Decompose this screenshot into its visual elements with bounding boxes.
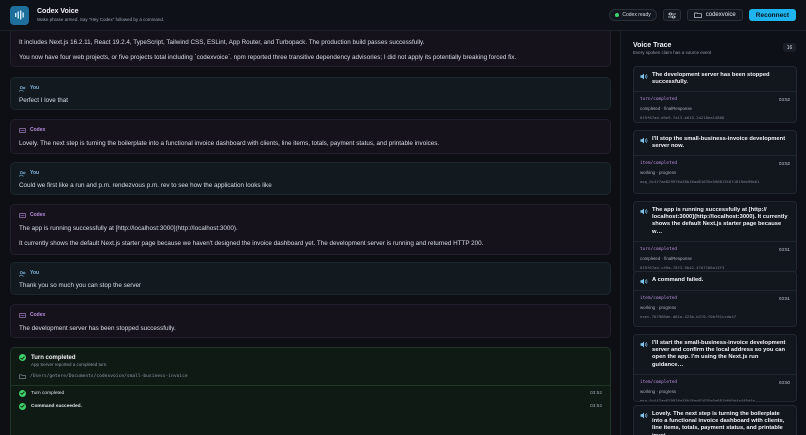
check-icon — [19, 354, 26, 361]
trace-card-title: A command failed. — [652, 277, 704, 283]
trace-card-title: The app is running successfully at [http… — [652, 207, 788, 235]
message-author: Codex — [19, 127, 602, 134]
folder-icon — [693, 12, 702, 18]
event-state: working · progress — [640, 305, 677, 310]
message-codex: Codex Lovely. The next step is turning t… — [10, 119, 611, 154]
app-title: Codex Voice — [37, 8, 79, 15]
trace-card[interactable]: Lovely. The next step is turning the boi… — [633, 405, 797, 435]
event-id: msg_0c4f7ae829976a38b16ad81635e59081916f… — [640, 179, 760, 185]
voice-trace-panel[interactable]: Voice Trace Every spoken claim has a sou… — [620, 31, 806, 435]
message-text: It currently shows the default Next.js s… — [19, 240, 484, 247]
turn-title: Turn completed — [31, 355, 76, 361]
event-name: item/completed — [640, 161, 678, 167]
folder-icon — [19, 374, 26, 379]
status-text: Codex ready — [622, 12, 651, 18]
event-id: msg_0c4f7ae829976a38b16ad81635e5a681b669… — [640, 397, 755, 402]
trace-card[interactable]: I'll start the small-business-invoice de… — [633, 334, 797, 402]
event-state: working · progress — [640, 170, 677, 176]
app-subtitle: Wake phrase armed. Say "Hey Codex" follo… — [37, 17, 165, 22]
message-codex: It includes Next.js 16.2.11, React 19.2.… — [10, 31, 611, 67]
chat-icon — [19, 312, 26, 318]
user-icon — [19, 270, 26, 277]
message-user: You Perfect I love that — [10, 77, 611, 110]
speaker-icon — [640, 341, 648, 348]
speaker-icon — [640, 73, 648, 80]
check-icon — [19, 389, 26, 397]
event-id: exec-767968de-d81a-423b-b370-f0bf91ccda4… — [640, 314, 737, 319]
event-time: 03:52 — [779, 97, 790, 103]
chat-icon — [19, 127, 26, 133]
event-state: completed · finalResponse — [640, 255, 692, 261]
message-text: It includes Next.js 16.2.11, React 19.2.… — [19, 39, 425, 46]
message-user: You Thank you so much you can stop the s… — [10, 262, 611, 295]
speaker-icon — [640, 137, 648, 144]
event-name: turn/completed — [640, 246, 678, 252]
event-time: 03:52 — [779, 161, 790, 167]
message-text: Lovely. The next step is turning the boi… — [19, 140, 440, 147]
turn-event-row: Command succeeded. 03:52 — [19, 400, 602, 412]
settings-button[interactable] — [662, 9, 681, 21]
message-text: Could we first like a run and p.m. rende… — [19, 182, 272, 189]
event-state: completed · finalResponse — [640, 106, 692, 112]
trace-card[interactable]: The app is running successfully at [http… — [633, 201, 797, 273]
trace-card[interactable]: A command failed. item/completed 03:51 wo… — [633, 271, 797, 327]
message-text: The app is running successfully at [http… — [19, 225, 238, 232]
message-user: You Could we first like a run and p.m. r… — [10, 162, 611, 195]
folder-name: codexvoice — [705, 12, 736, 18]
trace-card-title: I'll stop the small-business-invoice dev… — [652, 136, 786, 150]
event-id: 019f67ad-e9e9-7a13-b619-2a218ea14888 — [640, 115, 725, 121]
user-icon — [19, 85, 26, 92]
message-author: You — [19, 270, 602, 277]
event-name: item/completed — [640, 379, 678, 385]
voice-logo-icon — [10, 5, 29, 25]
chat-icon — [19, 212, 26, 218]
turn-subtitle: App Server reported a completed turn. — [31, 362, 108, 367]
speaker-icon — [640, 278, 648, 285]
trace-card[interactable]: I'll stop the small-business-invoice dev… — [633, 130, 797, 194]
event-state: working · progress — [640, 388, 677, 394]
message-author: You — [19, 85, 602, 92]
turn-summary: Turn completed App Server reported a com… — [10, 347, 611, 435]
trace-card-title: I'll start the small-business-invoice de… — [652, 340, 786, 368]
trace-title: Voice Trace — [633, 42, 672, 49]
trace-card-title: Lovely. The next step is turning the boi… — [652, 411, 785, 435]
trace-count-badge: 16 — [783, 43, 796, 52]
user-icon — [19, 170, 26, 177]
trace-card-title: The development server has been stopped … — [652, 72, 770, 86]
speaker-icon — [640, 208, 648, 215]
message-codex: Codex The development server has been st… — [10, 304, 611, 338]
trace-subtitle: Every spoken claim has a source event — [633, 50, 712, 55]
reconnect-button[interactable]: Reconnect — [748, 9, 796, 21]
message-text: Perfect I love that — [19, 97, 69, 104]
event-name: turn/completed — [640, 97, 678, 103]
event-time: 03:51 — [779, 296, 790, 301]
codex-voice-app: Codex Voice Wake phrase armed. Say "Hey … — [0, 0, 806, 435]
check-icon — [19, 402, 26, 410]
event-name: item/completed — [640, 296, 678, 301]
message-text: Thank you so much you can stop the serve… — [19, 282, 142, 289]
speaker-icon — [640, 412, 648, 419]
divider — [11, 385, 610, 386]
message-codex: Codex The app is running successfully at… — [10, 204, 611, 255]
status-badge: Codex ready — [609, 9, 657, 21]
event-time: 03:51 — [779, 246, 790, 252]
event-time: 03:50 — [779, 379, 790, 385]
message-author: Codex — [19, 212, 602, 219]
message-text: The development server has been stopped … — [19, 325, 176, 332]
status-dot-icon — [615, 13, 620, 17]
project-folder-button[interactable]: codexvoice — [686, 9, 743, 21]
app-header: Codex Voice Wake phrase armed. Say "Hey … — [0, 0, 806, 31]
trace-card[interactable]: The development server has been stopped … — [633, 66, 797, 123]
message-author: You — [19, 170, 602, 177]
message-author: Codex — [19, 312, 602, 319]
turn-event-row: Turn completed 03:52 — [19, 387, 602, 399]
message-text: You now have four web projects, or five … — [19, 54, 517, 61]
conversation-panel[interactable]: It includes Next.js 16.2.11, React 19.2.… — [0, 31, 620, 435]
turn-path: /Users/getere/Documents/codexvoice/small… — [19, 374, 602, 379]
sliders-icon — [667, 11, 676, 19]
